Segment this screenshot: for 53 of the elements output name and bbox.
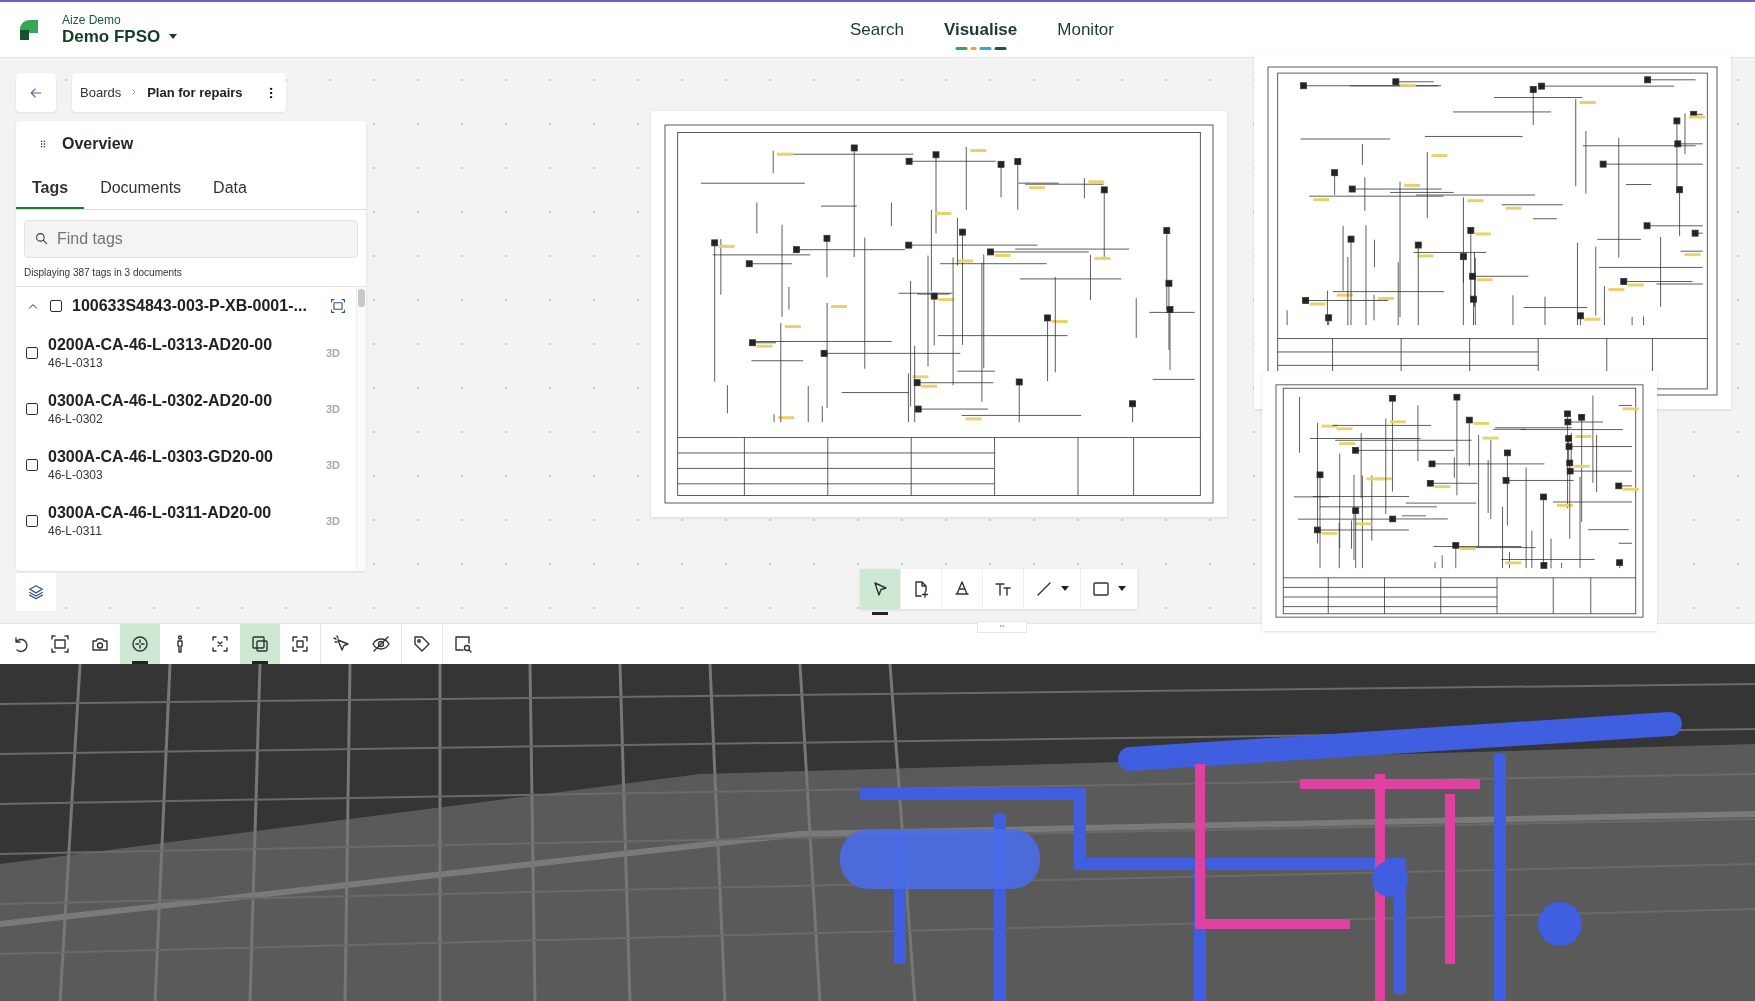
tag-code: 46-L-0313 [48, 356, 104, 370]
breadcrumb-link[interactable]: Boards [80, 85, 122, 100]
checkbox[interactable] [26, 459, 38, 471]
tag-code: 46-L-0303 [48, 468, 104, 482]
fit-view-icon [50, 634, 70, 654]
checkbox[interactable] [26, 515, 38, 527]
search-area-icon [453, 634, 473, 654]
caret-icon [168, 33, 179, 40]
checkbox[interactable] [26, 347, 38, 359]
scrollbar-thumb[interactable] [358, 289, 365, 307]
caret-icon [1060, 586, 1070, 592]
drawing-tool-button[interactable] [942, 569, 983, 609]
caret-icon [1117, 586, 1127, 592]
document-name[interactable]: 100633S4843-003-P-XB-0001-... [72, 297, 320, 315]
3d-label: 3D [325, 515, 340, 527]
3d-label: 3D [325, 347, 340, 359]
result-summary: Displaying 387 tags in 3 documents [24, 267, 183, 278]
frame-icon [290, 634, 310, 654]
focus-icon [210, 634, 230, 654]
checkbox[interactable] [50, 300, 62, 312]
tag-icon [412, 634, 432, 654]
eye-off-icon [371, 634, 391, 654]
resize-handle[interactable] [977, 621, 1027, 633]
organization-name: Aize Demo [62, 12, 122, 27]
panel-title: Overview [62, 135, 134, 153]
3d-label: 3D [325, 403, 340, 415]
tag-name[interactable]: 0200A-CA-46-L-0313-AD20-00 [48, 336, 316, 354]
search-field[interactable]: Find tags [24, 220, 358, 258]
drawing-tool-button[interactable] [1081, 569, 1138, 609]
crosshair-icon [130, 634, 150, 654]
tag-name[interactable]: 0300A-CA-46-L-0311-AD20-00 [48, 504, 316, 522]
overlap-squares-icon [250, 634, 270, 654]
nav-tab[interactable]: Monitor [1057, 13, 1114, 46]
tag-name[interactable]: 0300A-CA-46-L-0303-GD20-00 [48, 448, 316, 466]
3d-label: 3D [325, 459, 340, 471]
drawing-tool-button[interactable] [983, 569, 1024, 609]
tag-name[interactable]: 0300A-CA-46-L-0302-AD20-00 [48, 392, 316, 410]
project-selector[interactable]: Demo FPSO [62, 26, 179, 47]
checkbox[interactable] [26, 403, 38, 415]
drawing-tool-button[interactable] [901, 569, 942, 609]
viewer-tool-button[interactable] [120, 624, 160, 664]
fit-view-icon [330, 298, 346, 314]
layers-icon [27, 583, 45, 601]
tag-code: 46-L-0311 [48, 524, 103, 538]
panel-tab[interactable]: Documents [84, 171, 198, 209]
panel-tab[interactable]: Data [197, 171, 263, 209]
tag-code: 46-L-0302 [48, 412, 104, 426]
breadcrumb-current: Plan for repairs [147, 85, 243, 100]
viewer-tool-button[interactable] [240, 624, 280, 664]
nav-tab[interactable]: Search [850, 13, 904, 46]
rectangle-icon [1091, 579, 1111, 599]
layers-button[interactable] [16, 573, 56, 611]
panel-tab[interactable]: Tags [16, 171, 85, 209]
